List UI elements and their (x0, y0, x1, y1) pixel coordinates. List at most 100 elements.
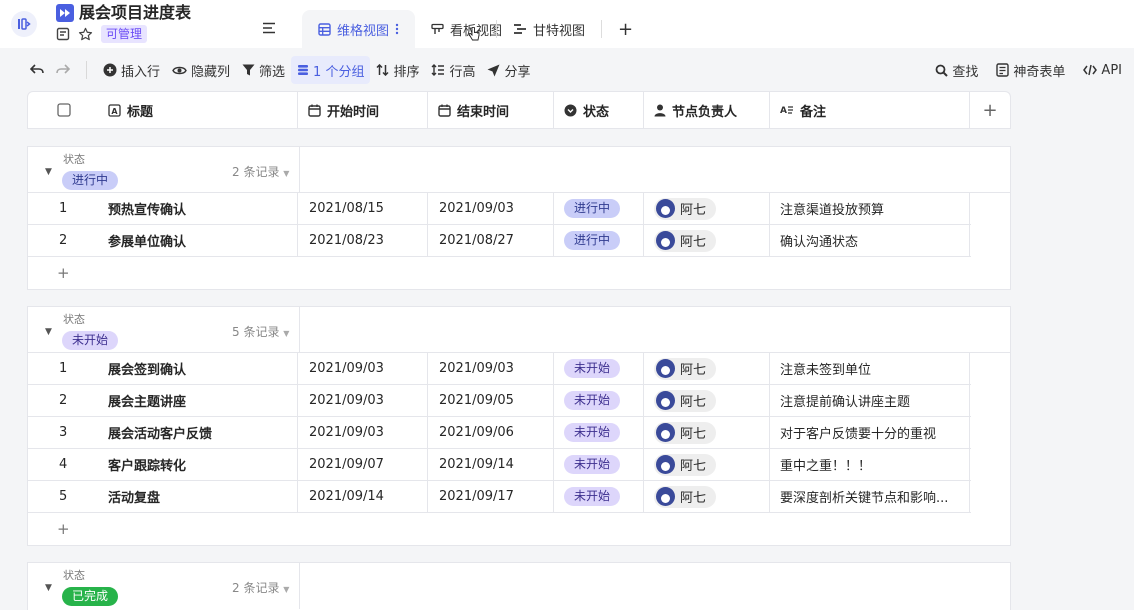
form-button[interactable]: 神奇表单 (990, 56, 1071, 84)
table-row[interactable]: 4 客户跟踪转化 2021/09/07 2021/09/14 未开始 阿七 重中… (28, 449, 971, 481)
tab-gantt-view[interactable]: 甘特视图 (497, 10, 601, 48)
svg-text:A: A (111, 107, 118, 116)
search-button[interactable]: 查找 (929, 56, 984, 84)
cell-note[interactable]: 对于客户反馈要十分的重视 (770, 417, 970, 448)
cell-start[interactable]: 2021/09/07 (298, 449, 428, 480)
column-end-time[interactable]: 结束时间 (428, 92, 554, 128)
insert-row-button[interactable]: 插入行 (97, 56, 166, 84)
group-field-label: 状态 (63, 569, 85, 582)
row-height-button[interactable]: 行高 (425, 56, 481, 84)
hide-columns-button[interactable]: 隐藏列 (166, 56, 236, 84)
cell-owner[interactable]: 阿七 (644, 353, 770, 384)
description-icon[interactable] (56, 27, 70, 41)
cell-status[interactable]: 进行中 (554, 193, 644, 224)
collapse-caret-icon[interactable]: ▼ (45, 167, 52, 177)
group-button[interactable]: 1 个分组 (291, 56, 371, 84)
redo-button[interactable] (50, 56, 76, 84)
cell-title[interactable]: 活动复盘 (98, 481, 298, 512)
add-view-button[interactable]: + (602, 10, 649, 48)
cell-owner[interactable]: 阿七 (644, 481, 770, 512)
cell-owner[interactable]: 阿七 (644, 385, 770, 416)
more-vertical-icon[interactable] (395, 23, 399, 35)
table-row[interactable]: 1 预热宣传确认 2021/08/15 2021/09/03 进行中 阿七 注意… (28, 193, 971, 225)
column-status[interactable]: 状态 (554, 92, 644, 128)
cell-owner[interactable]: 阿七 (644, 417, 770, 448)
filter-button[interactable]: 筛选 (236, 56, 291, 84)
menu-icon (263, 22, 275, 34)
table-row[interactable]: 3 展会活动客户反馈 2021/09/03 2021/09/06 未开始 阿七 … (28, 417, 971, 449)
view-list-toggle[interactable] (262, 22, 276, 34)
avatar (656, 455, 675, 474)
sort-button[interactable]: 排序 (370, 56, 425, 84)
avatar (656, 359, 675, 378)
owner-name: 阿七 (680, 395, 707, 410)
owner-chip: 阿七 (654, 357, 717, 380)
cell-owner[interactable]: 阿七 (644, 449, 770, 480)
table-row[interactable]: 2 展会主题讲座 2021/09/03 2021/09/05 未开始 阿七 注意… (28, 385, 971, 417)
table-row[interactable]: 2 参展单位确认 2021/08/23 2021/08/27 进行中 阿七 确认… (28, 225, 971, 257)
owner-name: 阿七 (680, 459, 707, 474)
group-rows: 1 展会签到确认 2021/09/03 2021/09/03 未开始 阿七 注意… (28, 353, 971, 513)
avatar (656, 487, 675, 506)
cell-note[interactable]: 注意提前确认讲座主题 (770, 385, 970, 416)
star-icon[interactable] (78, 27, 93, 42)
table-row[interactable]: 1 展会签到确认 2021/09/03 2021/09/03 未开始 阿七 注意… (28, 353, 971, 385)
cell-owner[interactable]: 阿七 (644, 225, 770, 256)
cell-start[interactable]: 2021/09/03 (298, 353, 428, 384)
collapse-caret-icon[interactable]: ▼ (45, 583, 52, 593)
tab-kanban-view[interactable]: 看板视图 (415, 10, 502, 48)
cell-start[interactable]: 2021/08/23 (298, 225, 428, 256)
owner-chip: 阿七 (654, 453, 717, 476)
cell-status[interactable]: 未开始 (554, 385, 644, 416)
undo-button[interactable] (24, 56, 50, 84)
cell-title[interactable]: 展会活动客户反馈 (98, 417, 298, 448)
cell-note[interactable]: 注意渠道投放预算 (770, 193, 970, 224)
cell-note[interactable]: 要深度剖析关键节点和影响... (770, 481, 970, 512)
cell-start[interactable]: 2021/09/14 (298, 481, 428, 512)
cell-status[interactable]: 未开始 (554, 417, 644, 448)
column-start-time[interactable]: 开始时间 (298, 92, 428, 128)
select-all-checkbox[interactable] (28, 92, 98, 128)
collapse-sidebar-button[interactable] (11, 11, 37, 37)
add-row-button[interactable]: + (28, 257, 1010, 288)
share-button[interactable]: 分享 (481, 56, 536, 84)
cell-note[interactable]: 重中之重！！！ (770, 449, 970, 480)
cell-end[interactable]: 2021/09/06 (428, 417, 554, 448)
cell-end[interactable]: 2021/08/27 (428, 225, 554, 256)
column-owner[interactable]: 节点负责人 (644, 92, 770, 128)
search-label: 查找 (952, 64, 979, 80)
cell-end[interactable]: 2021/09/05 (428, 385, 554, 416)
collapse-caret-icon[interactable]: ▼ (45, 327, 52, 337)
add-row-button[interactable]: + (28, 513, 1010, 544)
cell-title[interactable]: 参展单位确认 (98, 225, 298, 256)
sort-label: 排序 (393, 64, 420, 80)
cell-owner[interactable]: 阿七 (644, 193, 770, 224)
cell-start[interactable]: 2021/08/15 (298, 193, 428, 224)
cell-note[interactable]: 确认沟通状态 (770, 225, 970, 256)
cell-title[interactable]: 客户跟踪转化 (98, 449, 298, 480)
group-field-label: 状态 (63, 313, 85, 326)
group-record-count: 5 条记录 ▼ (232, 325, 290, 339)
cell-end[interactable]: 2021/09/03 (428, 353, 554, 384)
cell-status[interactable]: 未开始 (554, 481, 644, 512)
cell-end[interactable]: 2021/09/17 (428, 481, 554, 512)
cell-end[interactable]: 2021/09/03 (428, 193, 554, 224)
tab-grid-view[interactable]: 维格视图 (302, 10, 416, 48)
cell-end[interactable]: 2021/09/14 (428, 449, 554, 480)
cell-note[interactable]: 注意未签到单位 (770, 353, 970, 384)
cell-status[interactable]: 未开始 (554, 449, 644, 480)
add-column-button[interactable]: + (970, 92, 1010, 128)
cell-status[interactable]: 进行中 (554, 225, 644, 256)
cell-start[interactable]: 2021/09/03 (298, 385, 428, 416)
cell-title[interactable]: 展会主题讲座 (98, 385, 298, 416)
cell-status[interactable]: 未开始 (554, 353, 644, 384)
api-button[interactable]: API (1077, 56, 1128, 84)
column-note[interactable]: A 备注 (770, 92, 970, 128)
table-row[interactable]: 5 活动复盘 2021/09/14 2021/09/17 未开始 阿七 要深度剖… (28, 481, 971, 513)
cell-title[interactable]: 预热宣传确认 (98, 193, 298, 224)
column-title[interactable]: A 标题 (98, 92, 298, 128)
cell-title[interactable]: 展会签到确认 (98, 353, 298, 384)
cell-start[interactable]: 2021/09/03 (298, 417, 428, 448)
sort-icon (376, 64, 389, 76)
owner-name: 阿七 (680, 491, 707, 506)
